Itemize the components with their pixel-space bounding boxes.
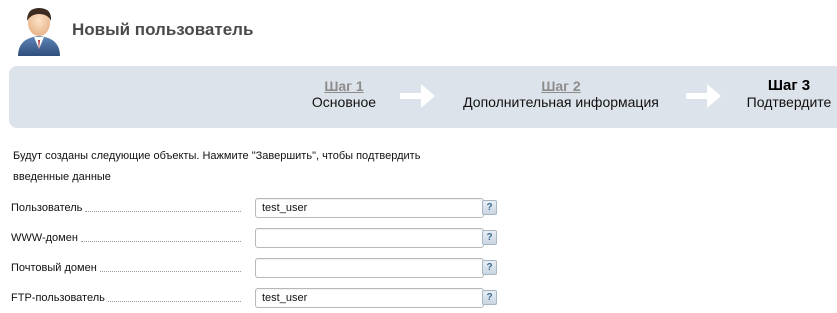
page-title: Новый пользователь [72, 20, 254, 39]
help-icon[interactable]: ? [482, 200, 497, 215]
form-row-ftp-user: FTP-пользователь ? [11, 288, 511, 310]
ftp-user-field[interactable] [255, 288, 484, 308]
step-number[interactable]: Шаг 1 [304, 78, 384, 94]
help-icon[interactable]: ? [482, 230, 497, 245]
field-label: Пользователь [11, 202, 241, 214]
field-label: Почтовый домен [11, 262, 241, 274]
step-label: Подтвердите [746, 94, 832, 110]
field-label: FTP-пользователь [11, 292, 241, 304]
wizard-step-1[interactable]: Шаг 1 Основное [304, 78, 384, 111]
wizard-steps: Шаг 1 Основное Шаг 2 Дополнительная инфо… [9, 66, 837, 128]
wizard-step-3: Шаг 3 Подтвердите [743, 78, 835, 111]
form-row-user: Пользователь ? [11, 198, 511, 220]
user-field[interactable] [255, 198, 484, 218]
www-domain-field[interactable] [255, 228, 484, 248]
step-number: Шаг 3 [767, 77, 811, 94]
form-row-mail-domain: Почтовый домен ? [11, 258, 511, 280]
arrow-right-icon [686, 84, 721, 108]
field-label: WWW-домен [11, 232, 241, 244]
intro-text: Будут созданы следующие объекты. Нажмите… [13, 150, 421, 183]
step-number[interactable]: Шаг 2 [458, 78, 664, 94]
step-label: Основное [311, 94, 377, 110]
arrow-right-icon [400, 84, 435, 108]
help-icon[interactable]: ? [482, 290, 497, 305]
form-row-www-domain: WWW-домен ? [11, 228, 511, 250]
wizard-step-2[interactable]: Шаг 2 Дополнительная информация [458, 78, 664, 111]
step-label: Дополнительная информация [463, 94, 659, 110]
user-avatar-icon [18, 8, 60, 56]
page-header: Новый пользователь [0, 0, 837, 62]
mail-domain-field[interactable] [255, 258, 484, 278]
help-icon[interactable]: ? [482, 260, 497, 275]
